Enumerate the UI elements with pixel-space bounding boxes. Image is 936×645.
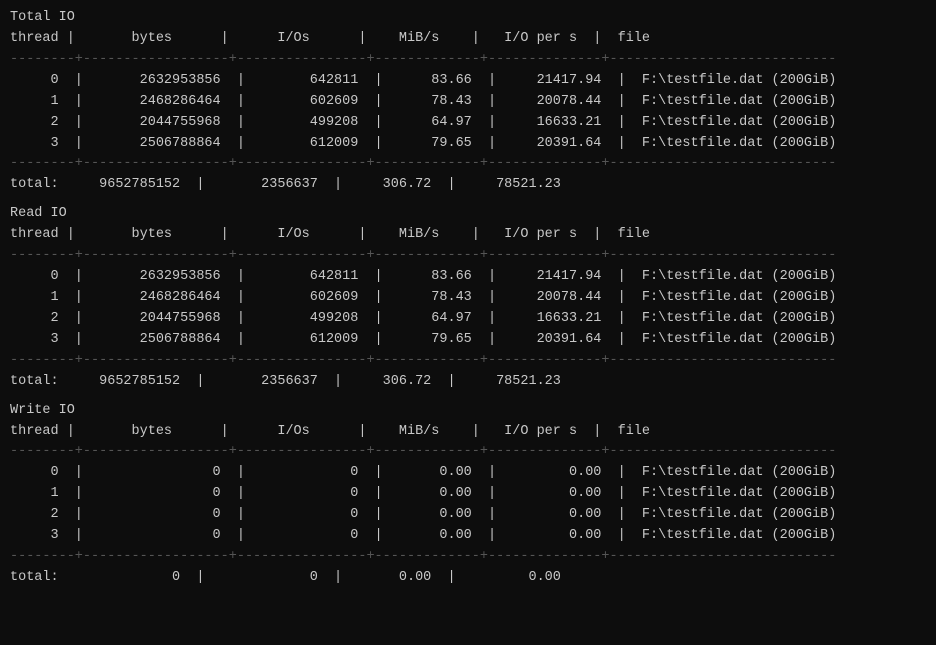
write-io-row-1: 1 | 0 | 0 | 0.00 | 0.00 | F:\testfile.da… [10, 484, 926, 505]
total-io-row-2: 2 | 2044755968 | 499208 | 64.97 | 16633.… [10, 113, 926, 134]
read-io-total: total: 9652785152 | 2356637 | 306.72 | 7… [10, 372, 926, 393]
total-io-row-0: 0 | 2632953856 | 642811 | 83.66 | 21417.… [10, 71, 926, 92]
write-io-row-3: 3 | 0 | 0 | 0.00 | 0.00 | F:\testfile.da… [10, 526, 926, 547]
total-io-divider-top: --------+------------------+------------… [10, 50, 926, 71]
read-io-row-1: 1 | 2468286464 | 602609 | 78.43 | 20078.… [10, 288, 926, 309]
read-io-divider-top: --------+------------------+------------… [10, 246, 926, 267]
read-io-row-2: 2 | 2044755968 | 499208 | 64.97 | 16633.… [10, 309, 926, 330]
section-read-io: Read IOthread | bytes | I/Os | MiB/s | I… [10, 204, 926, 392]
read-io-title: Read IO [10, 204, 926, 225]
total-io-row-1: 1 | 2468286464 | 602609 | 78.43 | 20078.… [10, 92, 926, 113]
total-io-header: thread | bytes | I/Os | MiB/s | I/O per … [10, 29, 926, 50]
total-io-total: total: 9652785152 | 2356637 | 306.72 | 7… [10, 175, 926, 196]
write-io-divider-bottom: --------+------------------+------------… [10, 547, 926, 568]
app-container: Total IOthread | bytes | I/Os | MiB/s | … [10, 8, 926, 589]
write-io-total: total: 0 | 0 | 0.00 | 0.00 [10, 568, 926, 589]
write-io-header: thread | bytes | I/Os | MiB/s | I/O per … [10, 422, 926, 443]
read-io-header: thread | bytes | I/Os | MiB/s | I/O per … [10, 225, 926, 246]
read-io-divider-bottom: --------+------------------+------------… [10, 351, 926, 372]
total-io-row-3: 3 | 2506788864 | 612009 | 79.65 | 20391.… [10, 134, 926, 155]
write-io-title: Write IO [10, 401, 926, 422]
read-io-row-3: 3 | 2506788864 | 612009 | 79.65 | 20391.… [10, 330, 926, 351]
total-io-divider-bottom: --------+------------------+------------… [10, 154, 926, 175]
total-io-title: Total IO [10, 8, 926, 29]
section-write-io: Write IOthread | bytes | I/Os | MiB/s | … [10, 401, 926, 589]
write-io-row-0: 0 | 0 | 0 | 0.00 | 0.00 | F:\testfile.da… [10, 463, 926, 484]
write-io-divider-top: --------+------------------+------------… [10, 442, 926, 463]
write-io-row-2: 2 | 0 | 0 | 0.00 | 0.00 | F:\testfile.da… [10, 505, 926, 526]
section-total-io: Total IOthread | bytes | I/Os | MiB/s | … [10, 8, 926, 196]
read-io-row-0: 0 | 2632953856 | 642811 | 83.66 | 21417.… [10, 267, 926, 288]
